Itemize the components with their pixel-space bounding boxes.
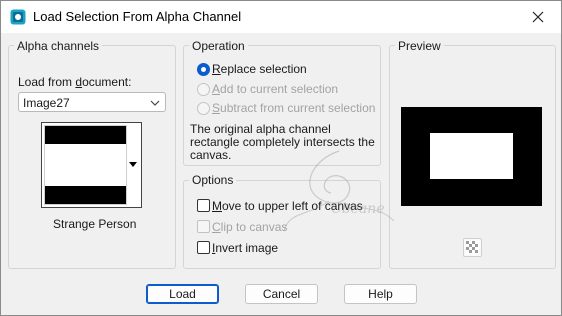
thumbnail-bottom-bar	[45, 186, 126, 204]
add-to-selection-label[interactable]: Add to current selection	[212, 82, 338, 96]
clip-to-canvas-label[interactable]: Clip to canvas	[212, 220, 287, 234]
preview-selection-area	[430, 133, 513, 179]
document-select[interactable]: Image27	[18, 92, 166, 112]
help-button[interactable]: Help	[344, 284, 417, 304]
title-bar[interactable]: Load Selection From Alpha Channel	[1, 1, 561, 33]
subtract-from-selection-radio[interactable]	[197, 102, 210, 115]
close-icon	[532, 11, 544, 23]
clip-to-canvas-checkbox[interactable]	[197, 220, 210, 233]
intersection-info-line-2: rectangle completely intersects the	[190, 135, 375, 149]
load-from-document-label: Load from document:	[18, 75, 132, 89]
document-select-value: Image27	[23, 96, 70, 110]
transparency-toggle-button[interactable]	[463, 238, 482, 257]
intersection-info-line-1: The original alpha channel	[190, 122, 331, 136]
channel-name-label: Strange Person	[53, 217, 137, 231]
invert-image-checkbox[interactable]	[197, 241, 210, 254]
thumbnail-top-bar	[45, 126, 126, 144]
move-to-upper-left-label[interactable]: Move to upper left of canvas	[212, 199, 363, 213]
invert-image-label[interactable]: Invert image	[212, 241, 278, 255]
load-button[interactable]: Load	[146, 284, 219, 304]
cancel-button[interactable]: Cancel	[245, 284, 318, 304]
checkerboard-icon	[466, 241, 479, 254]
add-to-selection-radio[interactable]	[197, 83, 210, 96]
dialog-window: Load Selection From Alpha Channel Alpha …	[0, 0, 562, 316]
close-button[interactable]	[515, 1, 561, 33]
options-group-label: Options	[189, 173, 237, 187]
replace-selection-label[interactable]: Replace selection	[212, 62, 307, 76]
alpha-channel-thumbnail	[44, 125, 127, 205]
picker-dropdown-arrow-icon[interactable]	[129, 162, 137, 167]
alpha-channels-group-label: Alpha channels	[14, 39, 103, 53]
alpha-channel-picker[interactable]	[41, 122, 142, 208]
psp-icon	[10, 9, 26, 25]
operation-group-label: Operation	[189, 39, 248, 53]
replace-selection-radio[interactable]	[197, 63, 210, 76]
subtract-from-selection-label[interactable]: Subtract from current selection	[212, 101, 375, 115]
window-title: Load Selection From Alpha Channel	[33, 9, 242, 24]
preview-group-label: Preview	[395, 39, 444, 53]
move-to-upper-left-checkbox[interactable]	[197, 199, 210, 212]
chevron-down-icon	[150, 100, 160, 106]
intersection-info-line-3: canvas.	[190, 148, 232, 162]
selection-preview	[401, 107, 542, 206]
